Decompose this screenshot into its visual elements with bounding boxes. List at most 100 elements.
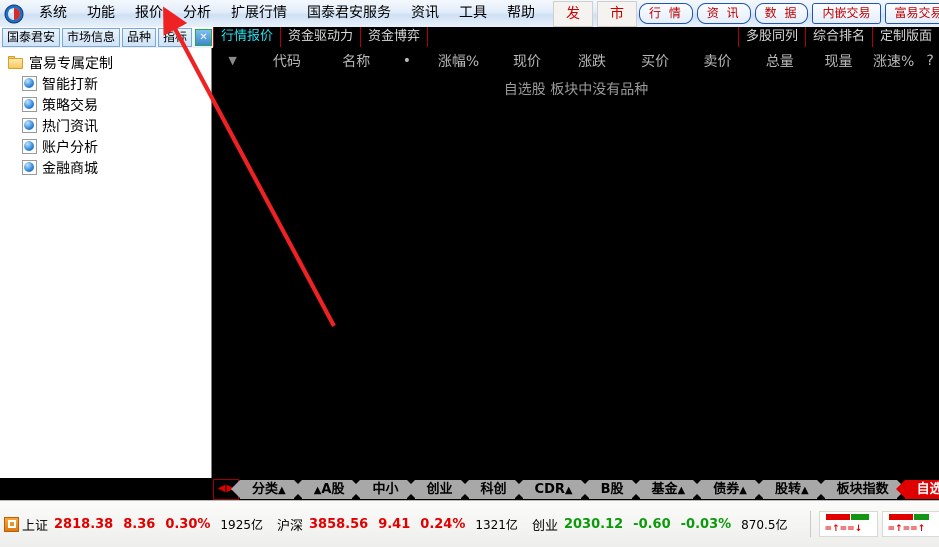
tab-capital-drive[interactable]: 资金驱动力 (281, 27, 361, 47)
column-header-help-icon[interactable]: ? (921, 53, 939, 69)
index-name-shanghai[interactable]: 上证 (22, 515, 48, 534)
menu-item-system[interactable]: 系统 (29, 0, 77, 27)
nav-left-arrow-icon[interactable]: ◀ (218, 484, 226, 494)
sidebar-item-label: 策略交易 (42, 95, 98, 115)
tab-arrow-icon: ▲ (801, 485, 809, 496)
index-change-hushen: 9.41 (378, 517, 410, 532)
bottom-tab-watchlist[interactable]: 自选 (905, 480, 939, 499)
column-header-change-percent[interactable]: 涨幅% (423, 51, 494, 71)
market-breadth-chart-1[interactable]: =↑==↓ (819, 511, 878, 537)
tab-multi-stock-view[interactable]: 多股同列 (738, 27, 805, 47)
menu-item-news[interactable]: 资讯 (401, 0, 449, 27)
status-divider (810, 511, 811, 537)
embedded-trade-button[interactable]: 内嵌交易 (812, 3, 880, 24)
tab-label: 债券 (713, 482, 739, 497)
sidebar-item-label: 金融商城 (42, 158, 98, 178)
breadth-ticks: =↑==↓ (825, 525, 863, 534)
index-value-shanghai: 2818.38 (54, 517, 113, 532)
toolbar-tab-market-info[interactable]: 市场信息 (62, 28, 120, 47)
empty-list-message: 自选股 板块中没有品种 (213, 79, 939, 99)
tab-label: 板块指数 (837, 482, 889, 497)
app-logo-icon (3, 3, 25, 25)
bottom-tab-star-market[interactable]: 科创 (469, 480, 515, 499)
sidebar-item-hot-news[interactable]: 热门资讯 (0, 115, 211, 136)
sidebar-item-strategy-trading[interactable]: 策略交易 (0, 94, 211, 115)
news-pill-button[interactable]: 资 讯 (697, 3, 751, 24)
tab-label: 科创 (481, 482, 507, 497)
quote-column-header-row: ▼ 代码 名称 • 涨幅% 现价 涨跌 买价 卖价 总量 现量 涨速% ? (213, 48, 939, 73)
menu-item-function[interactable]: 功能 (77, 0, 125, 27)
bottom-tab-classification[interactable]: 分类▲ (240, 480, 294, 499)
data-pill-button[interactable]: 数 据 (755, 3, 809, 24)
panel-close-icon[interactable]: ✕ (195, 29, 212, 46)
sidebar-root-label: 富易专属定制 (29, 53, 113, 73)
bottom-tab-a-share[interactable]: ▲A股 (302, 480, 353, 499)
column-header-dot[interactable]: • (391, 53, 423, 69)
sidebar-item-account-analysis[interactable]: 账户分析 (0, 136, 211, 157)
market-breadth-chart-2[interactable]: =↑==↑ (882, 511, 939, 537)
tab-comprehensive-ranking[interactable]: 综合排名 (805, 27, 872, 47)
index-name-hushen[interactable]: 沪深 (277, 515, 303, 534)
sidebar-tree-panel: 富易专属定制 智能打新 策略交易 热门资讯 账户分析 金融商城 (0, 48, 212, 478)
column-header-bid-price[interactable]: 买价 (624, 51, 686, 71)
bottom-tab-b-share[interactable]: B股 (589, 480, 632, 499)
sidebar-item-smart-ipo[interactable]: 智能打新 (0, 73, 211, 94)
quote-pill-button[interactable]: 行 情 (639, 3, 693, 24)
menu-item-help[interactable]: 帮助 (497, 0, 545, 27)
column-header-ask-price[interactable]: 卖价 (686, 51, 748, 71)
bottom-tab-sme[interactable]: 中小 (360, 480, 406, 499)
menu-item-discover[interactable]: 发现 (553, 1, 593, 27)
column-header-code[interactable]: 代码 (252, 51, 321, 71)
menu-bar: 系统 功能 报价 分析 扩展行情 国泰君安服务 资讯 工具 帮助 发现 市场 行… (0, 0, 939, 28)
tab-label: 自选 (917, 482, 939, 497)
index-value-chinext: 2030.12 (564, 517, 623, 532)
bottom-tab-strip: ◀ ▶ 分类▲ ▲A股 中小 创业 科创 CDR▲ B股 基金▲ 债券▲ 股转▲… (213, 478, 939, 500)
menu-item-extended-quote[interactable]: 扩展行情 (221, 0, 297, 27)
tab-label: 分类 (252, 482, 278, 497)
breadth-ticks: =↑==↑ (888, 525, 926, 534)
menu-item-market[interactable]: 市场 (597, 1, 637, 27)
toolbar-tab-indicator[interactable]: 指标 (158, 28, 192, 47)
tab-capital-game[interactable]: 资金博弈 (361, 27, 428, 47)
index-name-chinext[interactable]: 创业 (532, 515, 558, 534)
menu-item-gtja-service[interactable]: 国泰君安服务 (297, 0, 401, 27)
fuyi-trade-button[interactable]: 富易交易 (885, 3, 939, 24)
bottom-tab-neeq[interactable]: 股转▲ (763, 480, 817, 499)
globe-icon (22, 139, 37, 154)
sidebar-root-fuyi-custom[interactable]: 富易专属定制 (0, 52, 211, 73)
toolbar-right-spacer (428, 27, 738, 47)
sidebar-item-financial-mall[interactable]: 金融商城 (0, 157, 211, 178)
column-header-current-volume[interactable]: 现量 (811, 51, 866, 71)
column-header-current-price[interactable]: 现价 (494, 51, 560, 71)
bottom-tab-chinext[interactable]: 创业 (415, 480, 461, 499)
toolbar-tab-variety[interactable]: 品种 (122, 28, 156, 47)
column-header-change-speed[interactable]: 涨速% (866, 51, 921, 71)
column-header-name[interactable]: 名称 (322, 51, 391, 71)
bottom-tab-bond[interactable]: 债券▲ (701, 480, 755, 499)
menu-item-quote[interactable]: 报价 (125, 0, 173, 27)
bottom-tab-sector-index[interactable]: 板块指数 (825, 480, 897, 499)
breadth-down-bar (914, 514, 929, 520)
column-header-total-volume[interactable]: 总量 (749, 51, 811, 71)
tab-label: 创业 (427, 482, 453, 497)
toolbar-tab-gtja[interactable]: 国泰君安 (2, 28, 60, 47)
breadth-up-bar (826, 514, 850, 520)
index-amount-hushen: 1321亿 (475, 516, 518, 533)
bottom-tab-fund[interactable]: 基金▲ (640, 480, 694, 499)
menu-item-analysis[interactable]: 分析 (173, 0, 221, 27)
index-amount-chinext: 870.5亿 (741, 516, 787, 533)
menu-item-list: 系统 功能 报价 分析 扩展行情 国泰君安服务 资讯 工具 帮助 (29, 0, 545, 27)
bottom-tab-cdr[interactable]: CDR▲ (523, 480, 581, 499)
tab-quote-price[interactable]: 行情报价 (213, 27, 281, 47)
sidebar-item-label: 热门资讯 (42, 116, 98, 136)
index-percent-hushen: 0.24% (420, 517, 465, 532)
tab-custom-layout[interactable]: 定制版面 (872, 27, 939, 47)
breadth-down-bar (851, 514, 869, 520)
tab-label: CDR (535, 482, 565, 497)
tab-label: B股 (601, 482, 624, 497)
tab-arrow-icon: ▲ (565, 485, 573, 496)
sort-descending-icon[interactable]: ▼ (213, 54, 252, 67)
menu-item-tools[interactable]: 工具 (449, 0, 497, 27)
column-header-change[interactable]: 涨跌 (560, 51, 624, 71)
globe-icon (22, 97, 37, 112)
